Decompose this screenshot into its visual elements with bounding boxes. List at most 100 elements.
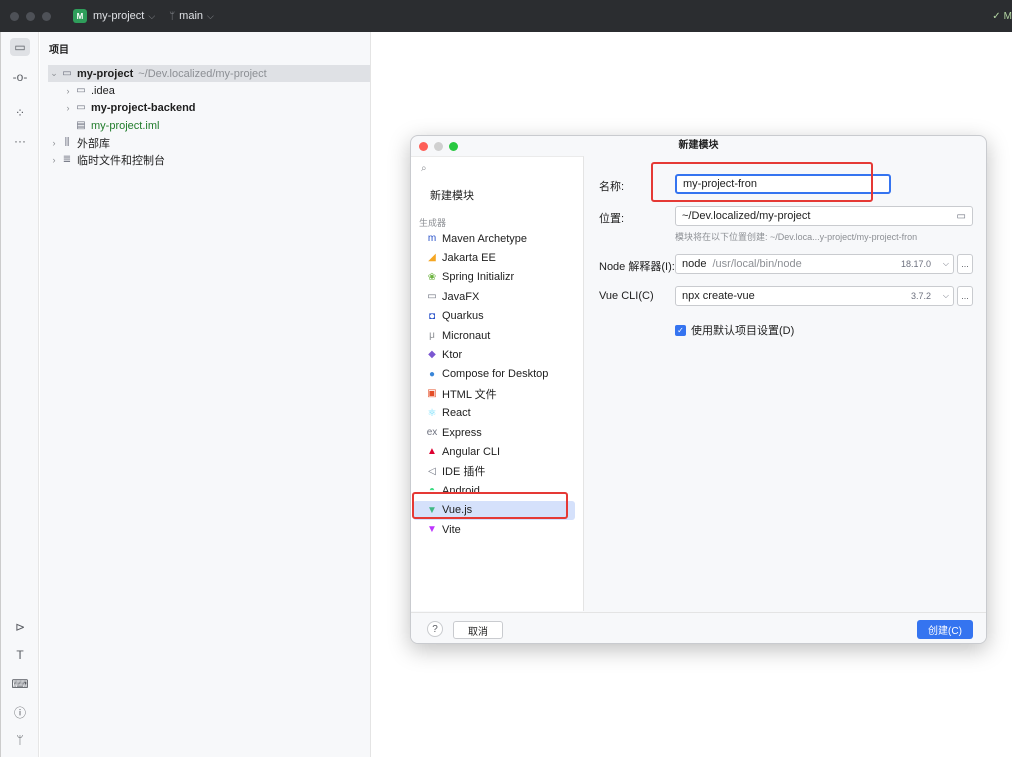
generator-label: IDE 插件 — [442, 466, 486, 479]
generator-label: Quarkus — [442, 310, 484, 323]
name-field[interactable]: my-project-fron — [675, 174, 891, 194]
git-icon[interactable]: ᛘ — [10, 731, 30, 749]
terminal-icon[interactable]: ⌨ — [10, 675, 30, 693]
tree-item-idea[interactable]: › ▭ .idea — [62, 82, 115, 99]
node-browse-button[interactable]: ... — [957, 254, 973, 274]
tree-item-my-project[interactable]: ⌄ ▭ my-project ~/Dev.localized/my-projec… — [48, 65, 370, 82]
checkbox-checked-icon[interactable]: ✓ — [675, 324, 686, 336]
generator-item[interactable]: ▼ Vue.js — [413, 500, 575, 520]
vue-cli-value: npx create-vue — [682, 290, 755, 302]
chevron-right-icon[interactable]: › — [48, 155, 60, 165]
run-icon[interactable]: ⊳ — [10, 618, 30, 636]
vue-cli-version: 3.7.2 — [910, 291, 931, 301]
generator-item[interactable]: ▣ HTML 文件 — [413, 384, 575, 403]
location-value: ~/Dev.localized/my-project — [682, 210, 811, 222]
generator-item[interactable]: ❀ Spring Initializr — [413, 268, 575, 287]
help-button[interactable]: ? — [427, 621, 443, 637]
window-titlebar: M my-project ⌵ ᛘ main ⌵ ✓ M — [0, 0, 1012, 32]
generator-item[interactable]: ◘ Quarkus — [413, 307, 575, 326]
jakarta-icon: ◢ — [428, 252, 436, 264]
branch-switcher[interactable]: main — [179, 10, 203, 22]
generator-item[interactable]: ex Express — [413, 423, 575, 442]
generator-label: Maven Archetype — [442, 232, 527, 245]
tree-item-external-libs[interactable]: › ⫼ 外部库 — [48, 134, 111, 151]
html-icon: ▣ — [427, 388, 437, 400]
default-settings-checkbox-row[interactable]: ✓ 使用默认项目设置(D) — [675, 322, 794, 338]
ktor-icon: ◆ — [428, 349, 436, 361]
generator-item[interactable]: ◆ Ktor — [413, 345, 575, 364]
tree-item-label: 临时文件和控制台 — [77, 154, 165, 167]
generator-item[interactable]: ▲ Angular CLI — [413, 442, 575, 461]
chevron-right-icon[interactable]: › — [48, 138, 60, 148]
scratch-icon: ≣ — [62, 154, 72, 165]
window-controls[interactable] — [10, 11, 51, 21]
node-interpreter-label: Node 解释器(I): — [599, 261, 675, 273]
more-icon[interactable]: ··· — [10, 132, 30, 150]
browse-folder-icon[interactable]: ▭ — [957, 211, 966, 222]
tree-item-label: .idea — [91, 84, 115, 97]
generator-label: Spring Initializr — [442, 271, 515, 284]
micronaut-icon: μ — [429, 330, 435, 341]
problems-icon[interactable]: ⓘ — [10, 703, 30, 721]
vue-cli-browse-button[interactable]: ... — [957, 286, 973, 306]
tree-item-scratches[interactable]: › ≣ 临时文件和控制台 — [48, 151, 166, 168]
generator-label: Micronaut — [442, 329, 491, 342]
project-tool-window: 项目 ⌄ ▭ my-project ~/Dev.localized/my-pro… — [40, 32, 371, 757]
generator-item[interactable]: ▼ Vite — [413, 520, 575, 539]
project-badge-icon: M — [73, 9, 87, 23]
maven-icon: m — [427, 233, 437, 244]
search-icon[interactable]: ⌕ — [421, 163, 427, 174]
vite-icon: ▼ — [427, 524, 437, 535]
javafx-icon: ▭ — [427, 291, 437, 303]
tree-item-label: my-project — [77, 67, 134, 80]
vue-icon: ▼ — [427, 504, 437, 516]
tree-item-iml[interactable]: ▤ my-project.iml — [74, 117, 159, 134]
default-settings-label: 使用默认项目设置(D) — [691, 325, 795, 337]
plugin-icon: ◁ — [428, 465, 436, 477]
module-folder-icon: ▭ — [76, 102, 86, 113]
generator-item[interactable]: ◁ IDE 插件 — [413, 462, 575, 481]
chevron-down-icon: ⌵ — [942, 291, 949, 300]
commit-icon[interactable]: -o- — [10, 68, 30, 86]
generator-item[interactable]: ● Compose for Desktop — [413, 365, 575, 384]
spring-icon: ❀ — [427, 271, 437, 283]
node-interpreter-select[interactable]: node /usr/local/bin/node 18.17.0 ⌵ — [675, 254, 954, 274]
angular-icon: ▲ — [427, 446, 437, 458]
generator-label: Android — [442, 484, 480, 497]
chevron-down-icon[interactable]: ⌄ — [48, 68, 60, 79]
generator-label: Express — [442, 426, 482, 439]
generators-label: 生成器 — [419, 218, 447, 228]
titlebar-right-area[interactable]: ✓ M — [992, 0, 1012, 32]
project-folder-icon[interactable]: ▭ — [10, 38, 30, 56]
file-icon: ▤ — [76, 120, 86, 131]
android-icon: ◓ — [428, 485, 436, 497]
build-icon[interactable]: T — [10, 646, 30, 664]
create-button[interactable]: 创建(C) — [917, 620, 973, 639]
express-icon: ex — [426, 427, 438, 438]
location-field[interactable]: ~/Dev.localized/my-project ▭ — [675, 206, 973, 226]
generator-label: Vue.js — [442, 504, 473, 517]
module-folder-icon: ▭ — [62, 68, 72, 79]
chevron-down-icon: ⌵ — [207, 10, 214, 21]
new-module-item[interactable]: 新建模块 — [430, 187, 474, 203]
generator-item[interactable]: ⚛ React — [413, 404, 575, 423]
vue-cli-select[interactable]: npx create-vue 3.7.2 ⌵ — [675, 286, 954, 306]
chevron-right-icon[interactable]: › — [62, 103, 74, 113]
cancel-button[interactable]: 取消 — [453, 621, 503, 639]
project-switcher[interactable]: my-project — [93, 10, 144, 22]
commit-check-icon: ✓ — [992, 10, 1001, 22]
generator-item[interactable]: μ Micronaut — [413, 326, 575, 345]
chevron-right-icon[interactable]: › — [62, 86, 74, 96]
generator-item[interactable]: m Maven Archetype — [413, 229, 575, 248]
structure-icon[interactable]: ⁘ — [10, 104, 30, 122]
generator-label: Ktor — [442, 348, 463, 361]
generator-item[interactable]: ◓ Android — [413, 481, 575, 500]
tree-item-backend[interactable]: › ▭ my-project-backend — [62, 99, 196, 116]
generator-item[interactable]: ◢ Jakarta EE — [413, 248, 575, 267]
generator-item[interactable]: ▭ JavaFX — [413, 287, 575, 306]
generator-label: React — [442, 407, 471, 420]
titlebar-right-label: M — [1003, 10, 1012, 22]
new-module-dialog: 新建模块 ⌕ 新建模块 生成器 m Maven Archetype ◢ Jakarta… — [410, 135, 987, 644]
tree-item-label: my-project-backend — [91, 101, 196, 114]
chevron-down-icon: ⌵ — [148, 10, 156, 21]
